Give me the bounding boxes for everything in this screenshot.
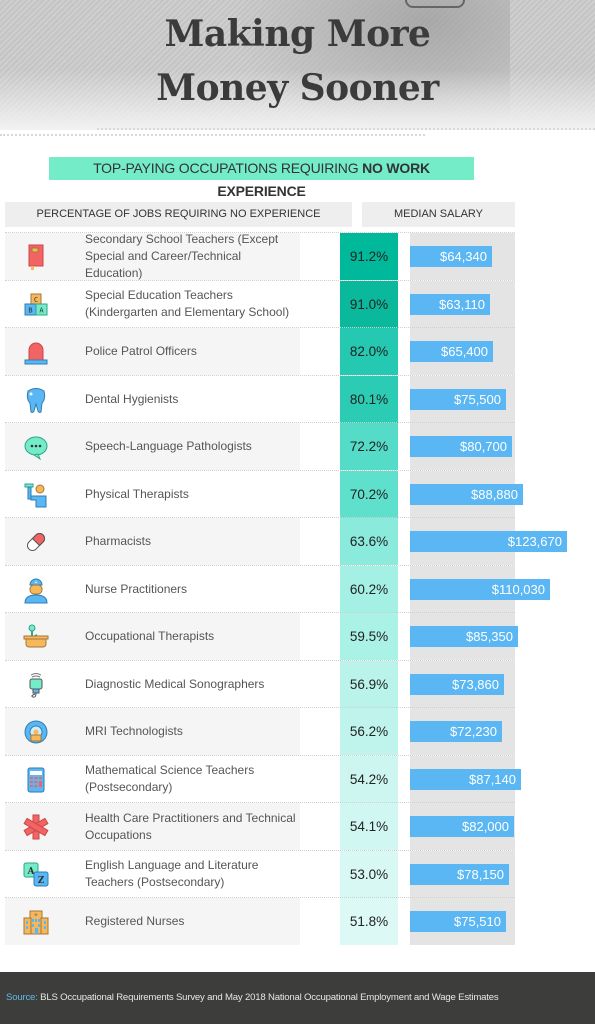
salary-bar: $88,880 xyxy=(410,483,523,505)
percentage-cell: 63.6% xyxy=(340,518,398,565)
source-footer: Source: BLS Occupational Requirements Su… xyxy=(0,972,595,1024)
percentage-cell: 72.2% xyxy=(340,423,398,470)
calculator-icon xyxy=(22,766,50,794)
percentage-cell: 59.5% xyxy=(340,613,398,660)
salary-bar: $78,150 xyxy=(410,863,509,885)
salary-bar: $63,110 xyxy=(410,293,490,315)
column-header-salary: MEDIAN SALARY xyxy=(362,202,515,227)
salary-bar: $75,500 xyxy=(410,388,506,410)
occupation-name: Nurse Practitioners xyxy=(85,581,188,596)
percentage-cell: 53.0% xyxy=(340,850,398,898)
salary-bar: $72,230 xyxy=(410,721,502,742)
percentage-cell: 91.0% xyxy=(340,280,398,328)
percentage-cell: 56.2% xyxy=(340,708,398,755)
occupation-name: Dental Hygienists xyxy=(85,391,179,406)
svg-text:+: + xyxy=(35,580,38,586)
occupation-name: Special Education Teachers (Kindergarten… xyxy=(85,288,290,319)
occupation-name: Diagnostic Medical Sonographers xyxy=(85,676,265,691)
pill-icon xyxy=(22,528,50,556)
percentage-cell: 80.1% xyxy=(340,375,398,423)
occupation-name: Secondary School Teachers (Except Specia… xyxy=(85,232,279,280)
table-row: C B A Special Education Teachers (Kindergar… xyxy=(5,279,515,328)
salary-bar: $65,400 xyxy=(410,341,493,362)
table-row: MRI Technologists 56.2% $72,230 xyxy=(5,707,515,755)
svg-text:B: B xyxy=(28,306,32,314)
tooth-icon xyxy=(22,386,50,414)
medical-star-icon xyxy=(22,813,50,841)
occupation-name: Registered Nurses xyxy=(85,914,185,928)
occupation-name: Pharmacists xyxy=(85,534,152,548)
column-header-percentage: PERCENTAGE OF JOBS REQUIRING NO EXPERIEN… xyxy=(5,202,352,227)
mri-scanner-icon xyxy=(22,718,50,746)
abc-blocks-icon: CBA xyxy=(22,291,50,319)
percentage-cell: 54.1% xyxy=(340,803,398,850)
percentage-cell: 54.2% xyxy=(340,755,398,803)
table-row: Health Care Practitioners and Technical … xyxy=(5,802,515,850)
occupation-name: Police Patrol Officers xyxy=(85,344,197,358)
occupation-name: Occupational Therapists xyxy=(85,629,215,643)
table-row: + Nurse Practitioners 60.2% $110,030 xyxy=(5,564,550,613)
svg-text:Z: Z xyxy=(38,876,45,886)
table-row: Dental Hygienists 80.1% $75,500 xyxy=(5,374,515,423)
a-z-bubbles-icon: AZ xyxy=(22,861,50,889)
subtitle-normal: TOP-PAYING OCCUPATIONS REQUIRING xyxy=(93,160,363,176)
page-title-line-2: Money Sooner xyxy=(156,67,439,109)
ultrasound-probe-icon xyxy=(22,671,50,699)
chart-subtitle: TOP-PAYING OCCUPATIONS REQUIRING NO WORK… xyxy=(49,157,474,199)
percentage-cell: 70.2% xyxy=(340,470,398,518)
table-row: Diagnostic Medical Sonographers 56.9% $73,… xyxy=(5,659,515,708)
svg-text:C: C xyxy=(34,296,38,304)
salary-bar: $80,700 xyxy=(410,436,512,457)
table-row: Pharmacists 63.6% $123,670 xyxy=(5,517,567,565)
percentage-cell: 60.2% xyxy=(340,565,398,613)
occupation-name: Speech-Language Pathologists xyxy=(85,439,252,453)
percentage-cell: 91.2% xyxy=(340,233,398,280)
hospital-icon: H xyxy=(22,908,50,936)
occupation-name: Mathematical Science Teachers (Postsecon… xyxy=(85,763,255,794)
percentage-cell: 51.8% xyxy=(340,898,398,945)
glasses-graphic xyxy=(405,0,465,8)
percentage-cell: 56.9% xyxy=(340,660,398,708)
occupation-name: MRI Technologists xyxy=(85,724,183,738)
salary-bar: $82,000 xyxy=(410,816,514,837)
nurse-icon: + xyxy=(22,576,50,604)
table-row: Occupational Therapists 59.5% $85,350 xyxy=(5,612,518,660)
salary-bar: $73,860 xyxy=(410,673,504,695)
page-title-line-1: Making More xyxy=(164,13,431,55)
table-row: Speech-Language Pathologists 72.2% $80,700 xyxy=(5,422,515,470)
divider xyxy=(97,128,595,130)
salary-bar: $110,030 xyxy=(410,578,550,600)
occupation-name: Physical Therapists xyxy=(85,486,189,501)
source-text: BLS Occupational Requirements Survey and… xyxy=(37,992,499,1003)
table-row: H Registered Nurses 51.8% $75,510 xyxy=(5,897,515,945)
percentage-cell: 82.0% xyxy=(340,328,398,375)
salary-bar: $64,340 xyxy=(410,246,492,267)
salary-bar: $123,670 xyxy=(410,531,567,552)
divider xyxy=(0,134,425,136)
table-row: Physical Therapists 70.2% $88,880 xyxy=(5,469,523,518)
occupation-name: English Language and Literature Teachers… xyxy=(85,858,259,889)
dumbbell-person-icon xyxy=(22,481,50,509)
source-label: Source: xyxy=(6,992,38,1003)
table-row: Secondary School Teachers (Except Specia… xyxy=(5,232,515,280)
salary-bar: $75,510 xyxy=(410,911,506,932)
salary-bar: $85,350 xyxy=(410,626,518,647)
occupation-name: Health Care Practitioners and Technical … xyxy=(85,810,296,842)
table-row: Police Patrol Officers 82.0% $65,400 xyxy=(5,327,515,375)
siren-icon xyxy=(22,338,50,366)
book-icon xyxy=(22,243,50,271)
svg-text:H: H xyxy=(35,912,38,917)
table-row: A Z English Language and Literature Teache… xyxy=(5,849,515,898)
salary-bar: $87,140 xyxy=(410,768,521,790)
table-row: Mathematical Science Teachers (Postsecon… xyxy=(5,754,521,803)
bathtub-icon xyxy=(22,623,50,651)
speech-bubble-icon xyxy=(22,433,50,461)
